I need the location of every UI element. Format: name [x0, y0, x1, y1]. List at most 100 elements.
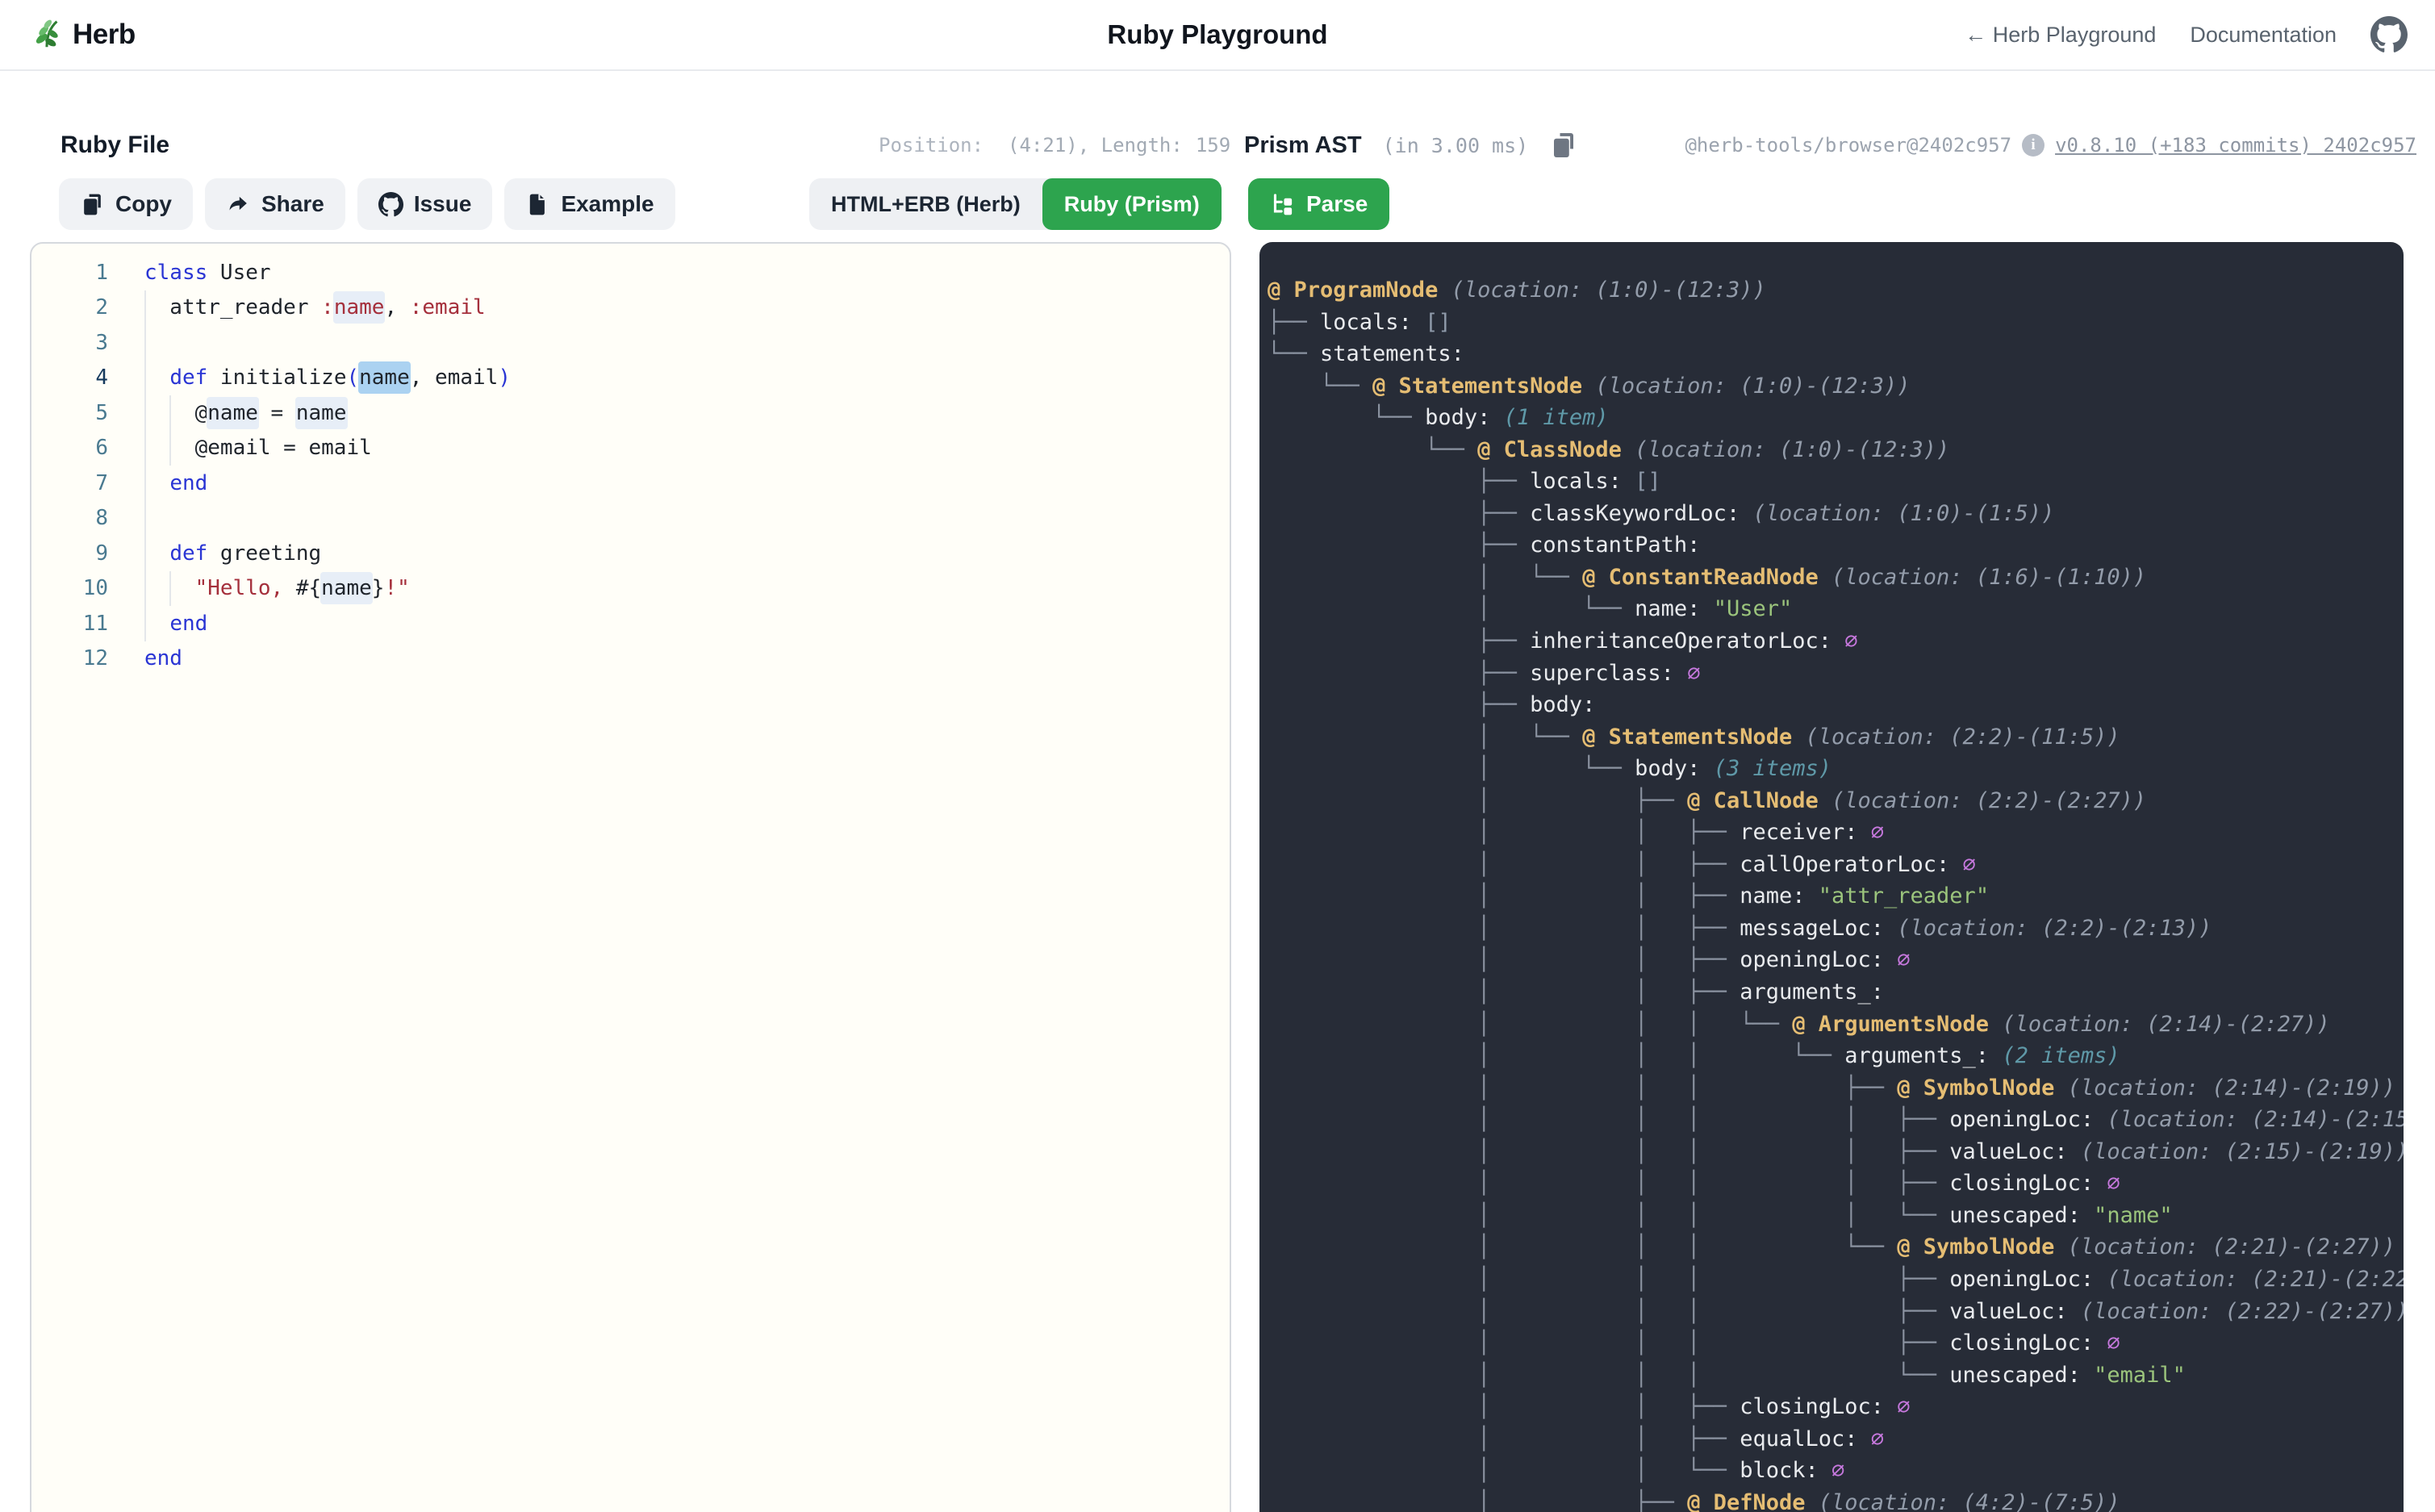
line-number: 3	[31, 331, 108, 355]
ast-panel-title: Prism AST	[1244, 132, 1362, 159]
code-editor[interactable]: 1class User2 attr_reader :name, :email34…	[31, 244, 1230, 676]
line-number: 2	[31, 295, 108, 320]
ast-line: │ └── name: "User"	[1268, 593, 2404, 625]
ast-line: │ │ │ │ ├── closingLoc: ∅	[1268, 1167, 2404, 1200]
issue-button[interactable]: Issue	[357, 178, 493, 230]
code-line: 5 @name = name	[31, 395, 1230, 431]
parse-time: (in 3.00 ms)	[1383, 134, 1529, 157]
position-label: Position:	[879, 134, 984, 157]
brand-name: Herb	[73, 19, 136, 51]
indent-guide	[169, 571, 171, 607]
ast-line: │ │ ├── closingLoc: ∅	[1268, 1391, 2404, 1423]
code-line: 7 end	[31, 466, 1230, 501]
ast-line: │ │ ├── equalLoc: ∅	[1268, 1423, 2404, 1456]
page-title: Ruby Playground	[1107, 19, 1327, 50]
ast-line: │ └── @ StatementsNode (location: (2:2)-…	[1268, 721, 2404, 754]
indent-guide	[144, 536, 146, 571]
code-line: 4 def initialize(name, email)	[31, 361, 1230, 396]
herb-playground-app: { "header": { "brand": "Herb", "title": …	[0, 0, 2435, 1512]
ast-line: @ ProgramNode (location: (1:0)-(12:3))	[1268, 274, 2404, 307]
button-label: Copy	[115, 191, 172, 217]
ast-line: ├── inheritanceOperatorLoc: ∅	[1268, 625, 2404, 658]
ast-panel-header: Prism AST (in 3.00 ms)	[1244, 127, 1578, 163]
ast-line: │ └── @ ConstantReadNode (location: (1:6…	[1268, 562, 2404, 594]
ast-line: │ │ │ ├── valueLoc: (location: (2:22)-(2…	[1268, 1296, 2404, 1328]
share-button[interactable]: Share	[205, 178, 345, 230]
line-number: 4	[31, 365, 108, 390]
ast-line: └── body: (1 item)	[1268, 402, 2404, 434]
ast-line: └── statements:	[1268, 338, 2404, 370]
herb-leaf-logo-icon	[27, 15, 65, 56]
ast-line: │ │ ├── openingLoc: ∅	[1268, 944, 2404, 976]
version-info: @herb-tools/browser@2402c957 i v0.8.10 (…	[1685, 127, 2416, 163]
ast-line: │ │ │ └── @ ArgumentsNode (location: (2:…	[1268, 1009, 2404, 1041]
code-line: 10 "Hello, #{name}!"	[31, 571, 1230, 607]
ast-line: └── @ ClassNode (location: (1:0)-(12:3))	[1268, 434, 2404, 466]
copy-icon	[80, 192, 105, 217]
code-line: 12end	[31, 641, 1230, 677]
line-number: 5	[31, 401, 108, 425]
info-icon[interactable]: i	[2022, 134, 2044, 157]
code-line: 6 @email = email	[31, 431, 1230, 466]
ast-line: │ │ ├── messageLoc: (location: (2:2)-(2:…	[1268, 913, 2404, 945]
copy-ast-button[interactable]	[1549, 131, 1578, 160]
line-number: 12	[31, 646, 108, 670]
copy-button[interactable]: Copy	[59, 178, 193, 230]
line-number: 8	[31, 506, 108, 530]
parser-toggle: HTML+ERB (Herb) Ruby (Prism)	[809, 178, 1222, 230]
indent-guide	[144, 325, 146, 361]
button-label: Issue	[414, 191, 472, 217]
brand[interactable]: Herb	[27, 15, 136, 56]
release-link[interactable]: v0.8.10 (+183 commits) 2402c957	[2055, 134, 2416, 157]
length-value: 159	[1196, 134, 1230, 157]
ast-line: │ ├── @ DefNode (location: (4:2)-(7:5))	[1268, 1487, 2404, 1512]
ast-line: │ │ │ ├── closingLoc: ∅	[1268, 1327, 2404, 1360]
github-icon	[378, 192, 403, 217]
indent-guide	[144, 571, 146, 607]
ast-line: │ ├── @ CallNode (location: (2:2)-(2:27)…	[1268, 785, 2404, 817]
tab-html-erb-herb[interactable]: HTML+ERB (Herb)	[809, 178, 1042, 230]
parse-button-label: Parse	[1306, 191, 1368, 217]
tab-ruby-prism[interactable]: Ruby (Prism)	[1042, 178, 1222, 230]
ast-tree: @ ProgramNode (location: (1:0)-(12:3)) ├─…	[1259, 242, 2404, 1512]
code-line: 3	[31, 325, 1230, 361]
indent-guide	[144, 466, 146, 501]
line-number: 10	[31, 576, 108, 600]
ast-line: └── @ StatementsNode (location: (1:0)-(1…	[1268, 370, 2404, 403]
cursor-position-status: Position: (4:21), Length: 159	[879, 127, 1230, 163]
line-number: 1	[31, 261, 108, 285]
ast-line: │ │ ├── callOperatorLoc: ∅	[1268, 849, 2404, 881]
ast-line: │ │ │ │ ├── openingLoc: (location: (2:14…	[1268, 1104, 2404, 1136]
editor-panel-label: Ruby File	[61, 132, 169, 159]
editor-panel-label-row: Ruby File	[61, 127, 169, 163]
line-number: 11	[31, 612, 108, 636]
documentation-link[interactable]: Documentation	[2190, 23, 2337, 48]
length-label: Length:	[1101, 134, 1183, 157]
ast-line: ├── body:	[1268, 689, 2404, 721]
indent-guide	[144, 361, 146, 396]
ast-line: │ │ │ │ ├── valueLoc: (location: (2:15)-…	[1268, 1136, 2404, 1168]
example-button[interactable]: Example	[504, 178, 675, 230]
ast-line: ├── locals: []	[1268, 466, 2404, 498]
code-line: 8	[31, 501, 1230, 537]
ast-line: │ │ │ ├── openingLoc: (location: (2:21)-…	[1268, 1263, 2404, 1296]
ast-output-panel[interactable]: @ ProgramNode (location: (1:0)-(12:3)) ├─…	[1259, 242, 2404, 1512]
indent-guide	[169, 431, 171, 466]
ast-line: ├── constantPath:	[1268, 529, 2404, 562]
ast-line: │ │ │ └── @ SymbolNode (location: (2:21)…	[1268, 1231, 2404, 1263]
button-label: Example	[561, 191, 654, 217]
code-line: 1class User	[31, 255, 1230, 290]
copy-icon	[1549, 131, 1578, 160]
parse-button[interactable]: Parse	[1248, 178, 1389, 230]
github-link-icon[interactable]	[2370, 16, 2408, 53]
ast-line: ├── classKeywordLoc: (location: (1:0)-(1…	[1268, 498, 2404, 530]
code-editor-panel[interactable]: 1class User2 attr_reader :name, :email34…	[30, 242, 1231, 1512]
back-to-playground-link[interactable]: ← Herb Playground	[1965, 23, 2156, 48]
file-icon	[525, 192, 550, 217]
indent-guide	[144, 501, 146, 537]
ast-line: │ │ ├── receiver: ∅	[1268, 817, 2404, 849]
button-label: Share	[261, 191, 324, 217]
ast-line: │ │ └── block: ∅	[1268, 1455, 2404, 1487]
ast-line: │ │ │ └── arguments_: (2 items)	[1268, 1040, 2404, 1072]
ast-line: ├── superclass: ∅	[1268, 658, 2404, 690]
